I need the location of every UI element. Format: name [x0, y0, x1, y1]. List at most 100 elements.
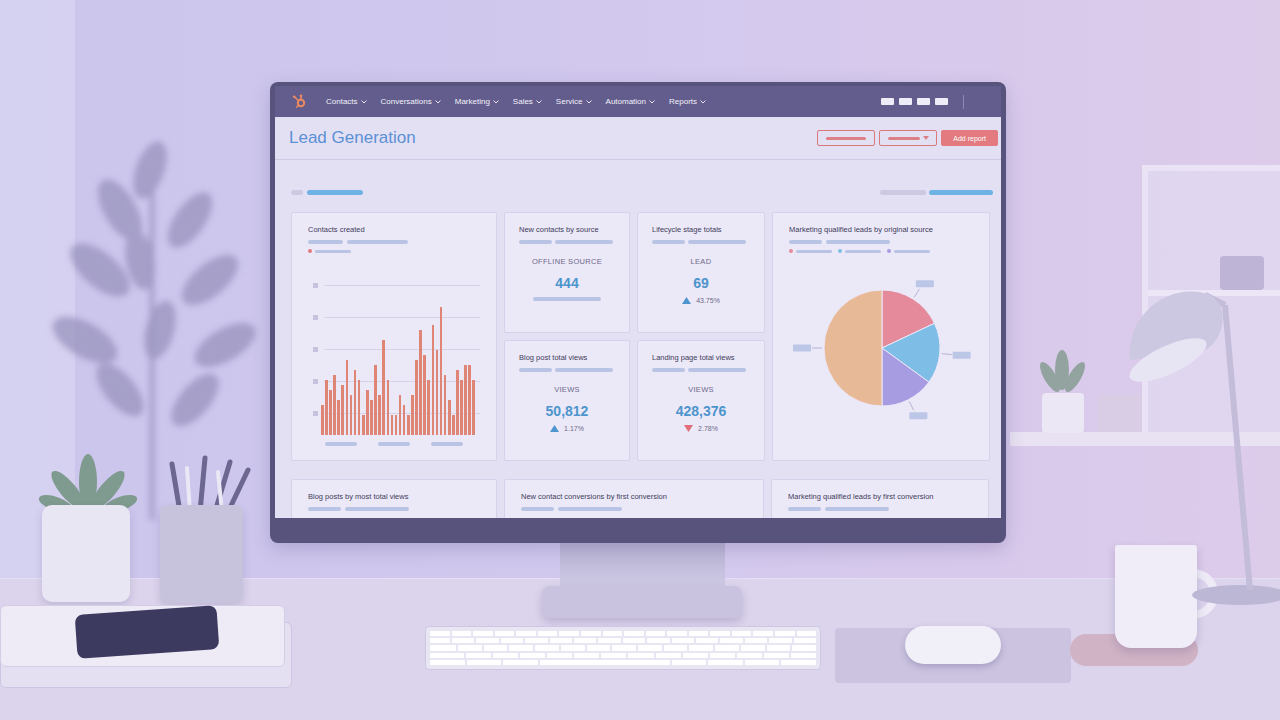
- chart-bar[interactable]: [321, 405, 324, 435]
- placeholder-bar: [688, 240, 746, 244]
- chart-bar[interactable]: [407, 415, 410, 435]
- chart-bar[interactable]: [423, 355, 426, 435]
- chart-bar[interactable]: [403, 405, 406, 435]
- metric-card[interactable]: Landing page total viewsVIEWS428,3762.78…: [637, 340, 765, 461]
- nav-tool[interactable]: [899, 98, 912, 105]
- nav-item[interactable]: Automation: [606, 97, 655, 107]
- placeholder-bar: [558, 507, 622, 511]
- metric-change: 2.78%: [684, 424, 718, 433]
- chart-bar[interactable]: [378, 395, 381, 435]
- chart-bar[interactable]: [440, 307, 443, 435]
- chart-bar[interactable]: [411, 395, 414, 435]
- header-actions: Add report: [817, 130, 998, 146]
- nav-tool[interactable]: [881, 98, 894, 105]
- nav-tools: [881, 95, 964, 109]
- chart-bar[interactable]: [362, 415, 365, 435]
- chart-bar[interactable]: [329, 390, 332, 435]
- gridline-rule: [324, 317, 480, 318]
- nav-tool[interactable]: [917, 98, 930, 105]
- chart-bar[interactable]: [350, 395, 353, 435]
- chart-bar[interactable]: [415, 360, 418, 435]
- card-subtitle: [521, 507, 747, 511]
- legend-item[interactable]: [838, 249, 881, 253]
- chart-bar[interactable]: [358, 380, 361, 435]
- metric-value: 444: [555, 274, 578, 292]
- nav-item[interactable]: Reports: [669, 97, 706, 107]
- placeholder-bar: [652, 240, 685, 244]
- chart-bar[interactable]: [374, 365, 377, 435]
- screen: Contacts Conversations Marketing Sales Servi…: [275, 86, 1001, 518]
- callout-label: [953, 352, 971, 359]
- legend-item[interactable]: [789, 249, 832, 253]
- callout-label: [909, 412, 927, 419]
- chart-bar[interactable]: [456, 370, 459, 435]
- chart-bar[interactable]: [337, 400, 340, 435]
- metric-card[interactable]: Blog post total viewsVIEWS50,8121.17%: [504, 340, 630, 461]
- chart-card[interactable]: Contacts created: [291, 212, 497, 461]
- chart-bar[interactable]: [427, 380, 430, 435]
- nav-label: Contacts: [326, 97, 358, 107]
- chart-bar[interactable]: [391, 415, 394, 435]
- chart-bar[interactable]: [395, 415, 398, 435]
- metric-card[interactable]: New contacts by sourceOFFLINE SOURCE444: [504, 212, 630, 333]
- pen-holder: [160, 505, 243, 603]
- scene: Contacts Conversations Marketing Sales Servi…: [0, 0, 1280, 720]
- chart-bar[interactable]: [419, 330, 422, 435]
- date-filter[interactable]: [291, 190, 363, 195]
- metric-card[interactable]: Lifecycle stage totalsLEAD6943.75%: [637, 212, 765, 333]
- dropdown-button[interactable]: [879, 130, 937, 146]
- nav-item[interactable]: Service: [556, 97, 592, 107]
- chart-bar[interactable]: [452, 415, 455, 435]
- chart-bar[interactable]: [472, 380, 475, 435]
- mouse: [905, 626, 1001, 664]
- report-card[interactable]: New contact conversions by first convers…: [504, 479, 764, 518]
- filter-button[interactable]: [817, 130, 875, 146]
- report-card[interactable]: Blog posts by most total views: [291, 479, 497, 518]
- placeholder-bar: [929, 190, 993, 195]
- placeholder-bar: [308, 240, 343, 244]
- nav-item[interactable]: Conversations: [381, 97, 441, 107]
- placeholder-bar: [688, 368, 746, 372]
- chart-bar[interactable]: [366, 390, 369, 435]
- chart-bar[interactable]: [448, 400, 451, 435]
- report-card[interactable]: Marketing qualified leads by first conve…: [771, 479, 989, 518]
- legend-dot: [887, 249, 891, 253]
- monitor-base: [542, 586, 742, 618]
- chart-bar[interactable]: [436, 350, 439, 435]
- chart-bar[interactable]: [333, 375, 336, 435]
- chart-bar[interactable]: [354, 370, 357, 435]
- chart-bar[interactable]: [370, 400, 373, 435]
- hubspot-logo-icon[interactable]: [292, 94, 307, 109]
- chart-bar[interactable]: [464, 365, 467, 435]
- legend-item[interactable]: [887, 249, 930, 253]
- view-filter[interactable]: [880, 190, 993, 195]
- add-report-button[interactable]: Add report: [941, 130, 998, 146]
- small-plant-icon: [1030, 345, 1095, 435]
- nav-item[interactable]: Marketing: [455, 97, 499, 107]
- axis-tick: [313, 315, 318, 320]
- nav-item[interactable]: Sales: [513, 97, 542, 107]
- card-subtitle: [519, 240, 615, 244]
- pie-chart-card[interactable]: Marketing qualified leads by original so…: [772, 212, 990, 461]
- chart-bar[interactable]: [444, 375, 447, 435]
- chart-bar[interactable]: [468, 365, 471, 435]
- gridline: [308, 347, 480, 352]
- chart-bar[interactable]: [346, 360, 349, 435]
- chart-bar[interactable]: [325, 380, 328, 435]
- dashboard-body: Contacts createdNew contacts by sourceOF…: [275, 160, 1001, 518]
- lamp-icon: [1110, 265, 1280, 610]
- chart-bar[interactable]: [399, 395, 402, 435]
- card-title: Lifecycle stage totals: [652, 225, 750, 235]
- metric-value: 50,812: [546, 402, 589, 420]
- nav-separator: [963, 95, 964, 109]
- chart-bar[interactable]: [341, 385, 344, 435]
- chart-bar[interactable]: [460, 380, 463, 435]
- placeholder-bar: [307, 190, 363, 195]
- chart-bar[interactable]: [432, 325, 435, 435]
- chevron-down-icon: [649, 100, 655, 104]
- metric-label: VIEWS: [554, 385, 580, 395]
- nav-item[interactable]: Contacts: [326, 97, 367, 107]
- chart-bar[interactable]: [382, 340, 385, 435]
- nav-tool[interactable]: [935, 98, 948, 105]
- chart-bar[interactable]: [387, 380, 390, 435]
